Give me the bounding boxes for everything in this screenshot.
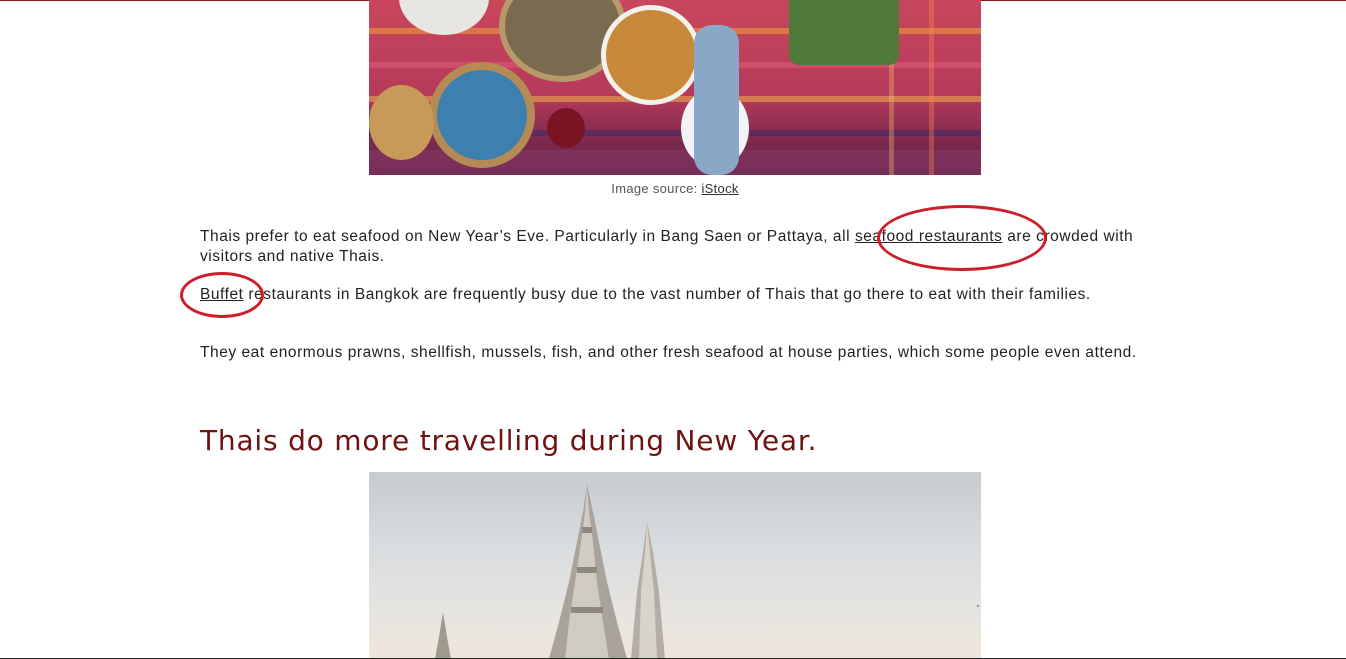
- image-caption: Image source: iStock: [369, 181, 981, 196]
- caption-prefix: Image source:: [611, 181, 702, 196]
- basket: [429, 62, 535, 168]
- temple-spires: [435, 484, 980, 659]
- wine-glass: [547, 108, 585, 148]
- vegetable-tray: [789, 0, 899, 65]
- annotation-circle-buffet: [180, 272, 264, 318]
- paragraph-buffet: Buffet restaurants in Bangkok are freque…: [200, 285, 1150, 305]
- cloth-stripe: [929, 0, 934, 175]
- basket: [369, 85, 434, 160]
- paragraph-text: restaurants in Bangkok are frequently bu…: [243, 286, 1091, 303]
- arm: [694, 25, 739, 175]
- istock-link[interactable]: iStock: [701, 181, 738, 196]
- food-photo: [369, 0, 981, 175]
- paragraph-text: Thais prefer to eat seafood on New Year’…: [200, 228, 855, 245]
- plate: [601, 5, 701, 105]
- temple-photo: [369, 472, 981, 659]
- paragraph-house-parties: They eat enormous prawns, shellfish, mus…: [200, 344, 1137, 361]
- annotation-circle-seafood: [877, 205, 1047, 271]
- section-heading: Thais do more travelling during New Year…: [200, 424, 818, 457]
